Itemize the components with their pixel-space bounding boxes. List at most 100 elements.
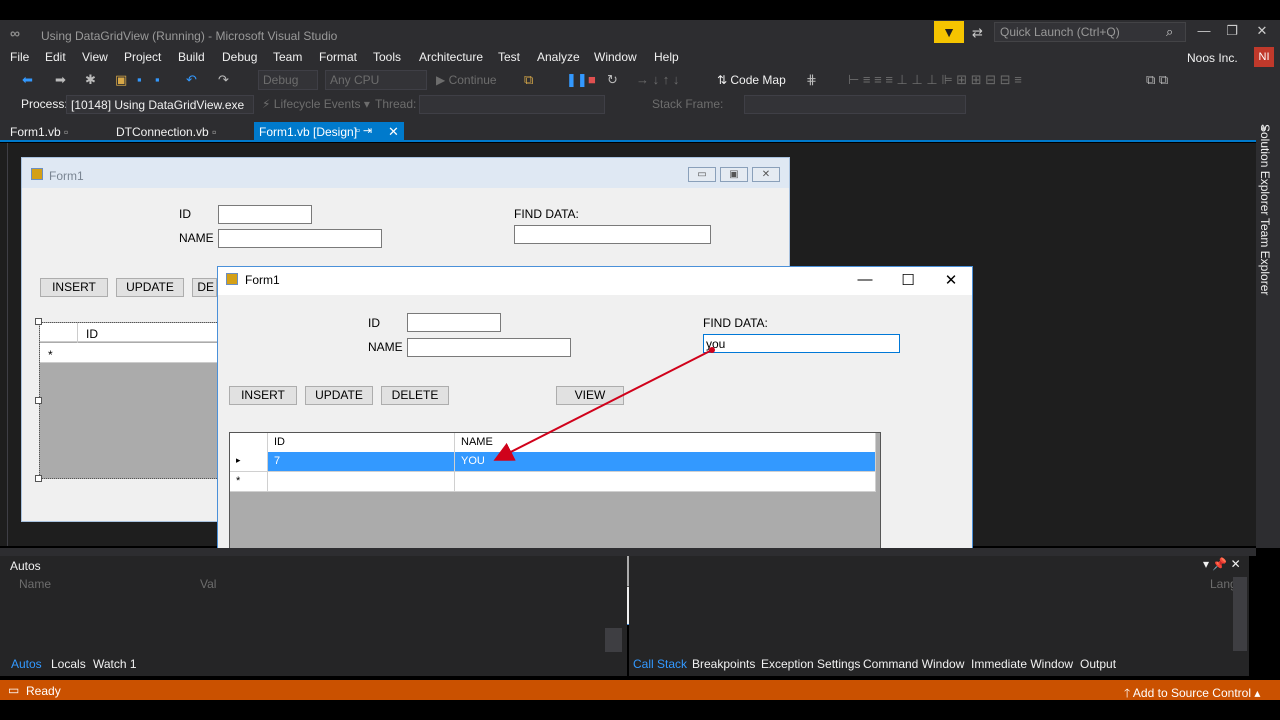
menu-tools[interactable]: Tools [373,50,401,64]
update-button[interactable]: UPDATE [305,386,373,405]
menu-help[interactable]: Help [654,50,679,64]
pin-icon[interactable]: ▫ [64,125,68,139]
filter-icon[interactable]: ▼ [934,21,964,43]
menu-test[interactable]: Test [498,50,520,64]
process-dropdown[interactable]: [10148] Using DataGridView.exe [66,95,254,114]
resize-handle[interactable] [35,397,42,404]
platform-dropdown[interactable]: Any CPU [325,70,427,90]
design-update-button[interactable]: UPDATE [116,278,184,297]
stack-frame-dropdown[interactable] [744,95,966,114]
undo-icon[interactable]: ↶ [186,72,197,88]
design-name-textbox[interactable] [218,229,382,248]
lifecycle-events-dropdown[interactable]: ⚡ Lifecycle Events ▾ [262,97,370,111]
tab-call-stack[interactable]: Call Stack [633,657,687,671]
minimize-icon[interactable]: — [1194,23,1214,38]
close-icon[interactable]: ✕ [388,124,399,140]
maximize-icon[interactable]: ❐ [1222,23,1242,39]
grid-col-header-id[interactable]: ID [268,433,455,453]
resize-handle[interactable] [35,475,42,482]
config-dropdown[interactable]: Debug [258,70,318,90]
panel-header-icons[interactable]: ▾ 📌 ✕ [1203,557,1241,571]
menu-view[interactable]: View [82,50,108,64]
close-icon[interactable]: ✕ [1252,23,1272,39]
add-to-source-control-button[interactable]: 🡑 Add to Source Control ▴ [1124,684,1260,705]
menu-edit[interactable]: Edit [45,50,66,64]
avatar[interactable]: NI [1254,47,1274,67]
pin-icon[interactable]: ▫ ⇥ [356,124,372,137]
layout-icons[interactable]: ⧉ ⧉ [1146,72,1168,88]
tab-command-window[interactable]: Command Window [863,657,964,671]
continue-button[interactable]: ▶ Continue [436,73,497,87]
feedback-icon[interactable]: ⇄ [972,25,983,41]
resize-handle[interactable] [35,318,42,325]
autos-col-value[interactable]: Val [200,577,216,591]
table-cell-id[interactable]: 7 [268,452,455,472]
forward-icon[interactable]: ➡ [55,72,66,88]
menu-debug[interactable]: Debug [222,50,257,64]
menu-window[interactable]: Window [594,50,637,64]
tab-breakpoints[interactable]: Breakpoints [692,657,755,671]
account-name[interactable]: Noos Inc. [1187,51,1238,65]
menu-format[interactable]: Format [319,50,357,64]
name-textbox[interactable] [407,338,571,357]
row-header-new[interactable]: * [230,472,268,492]
restart-icon[interactable]: ↻ [607,72,618,88]
menu-team[interactable]: Team [273,50,302,64]
new-project-icon[interactable]: ✱ [85,72,96,88]
find-data-input[interactable]: you [703,334,900,353]
save-all-icon[interactable]: ▪ [155,72,160,87]
view-button[interactable]: VIEW [556,386,624,405]
table-cell-id[interactable] [268,472,455,492]
tab-dtconnection-vb[interactable]: DTConnection.vb ▫ [116,125,216,139]
row-header-current[interactable]: ▸ [230,452,268,472]
menu-architecture[interactable]: Architecture [419,50,483,64]
minimize-icon[interactable]: — [855,271,875,288]
open-file-icon[interactable]: ▣ [115,72,127,88]
close-icon[interactable]: ✕ [941,271,961,289]
menu-build[interactable]: Build [178,50,205,64]
pause-icon[interactable]: ❚❚ [566,72,588,88]
side-tab-team-explorer[interactable]: Team Explorer [1258,218,1272,295]
id-textbox[interactable] [407,313,501,332]
align-icons[interactable]: ⊢ ≡ ≡ ≡ ⊥ ⊥ ⊥ ⊫ ⊞ ⊞ ⊟ ⊟ ≡ [848,72,1022,88]
step-icon[interactable]: → ↓ ↑ ↓ [636,72,679,87]
table-cell-name[interactable]: YOU [455,452,876,472]
quick-launch-input[interactable]: Quick Launch (Ctrl+Q) [994,22,1186,42]
table-cell-name[interactable] [455,472,876,492]
insert-button[interactable]: INSERT [229,386,297,405]
autos-col-name[interactable]: Name [19,577,51,591]
code-map-button[interactable]: ⇅ Code Map [717,73,786,87]
menu-analyze[interactable]: Analyze [537,50,580,64]
search-icon[interactable]: ⌕ [1166,24,1173,40]
lifecycle-label: Lifecycle Events [273,97,361,111]
scrollbar[interactable] [1233,577,1247,651]
maximize-icon[interactable]: ☐ [898,271,918,289]
thread-dropdown[interactable] [419,95,605,114]
menu-project[interactable]: Project [124,50,161,64]
tab-exception-settings[interactable]: Exception Settings [761,657,860,671]
tab-autos[interactable]: Autos [11,657,42,671]
letterbox-bottom [0,700,1280,720]
tab-watch-1[interactable]: Watch 1 [93,657,137,671]
save-icon[interactable]: ▪ [137,72,142,87]
menu-file[interactable]: File [10,50,29,64]
attach-icon[interactable]: ⧉ [524,72,533,88]
tab-locals[interactable]: Locals [51,657,86,671]
breakpoint-tools-icon[interactable]: ⋕ [806,72,817,88]
back-icon[interactable]: ⬅ [22,72,33,88]
tab-output[interactable]: Output [1080,657,1116,671]
pin-icon[interactable]: ▫ [212,125,216,139]
scrollbar[interactable] [605,628,622,652]
grid-col-header-name[interactable]: NAME [455,433,876,453]
tab-immediate-window[interactable]: Immediate Window [971,657,1073,671]
stack-frame-label: Stack Frame: [652,97,724,111]
design-id-textbox[interactable] [218,205,312,224]
side-tab-solution-explorer[interactable]: Solution Explorer [1258,124,1272,215]
design-insert-button[interactable]: INSERT [40,278,108,297]
stop-icon[interactable]: ■ [588,72,596,87]
design-delete-button[interactable]: DE [192,278,217,297]
redo-icon[interactable]: ↷ [218,72,229,88]
design-find-textbox[interactable] [514,225,711,244]
delete-button[interactable]: DELETE [381,386,449,405]
tab-form1-vb[interactable]: Form1.vb ▫ [10,125,68,139]
